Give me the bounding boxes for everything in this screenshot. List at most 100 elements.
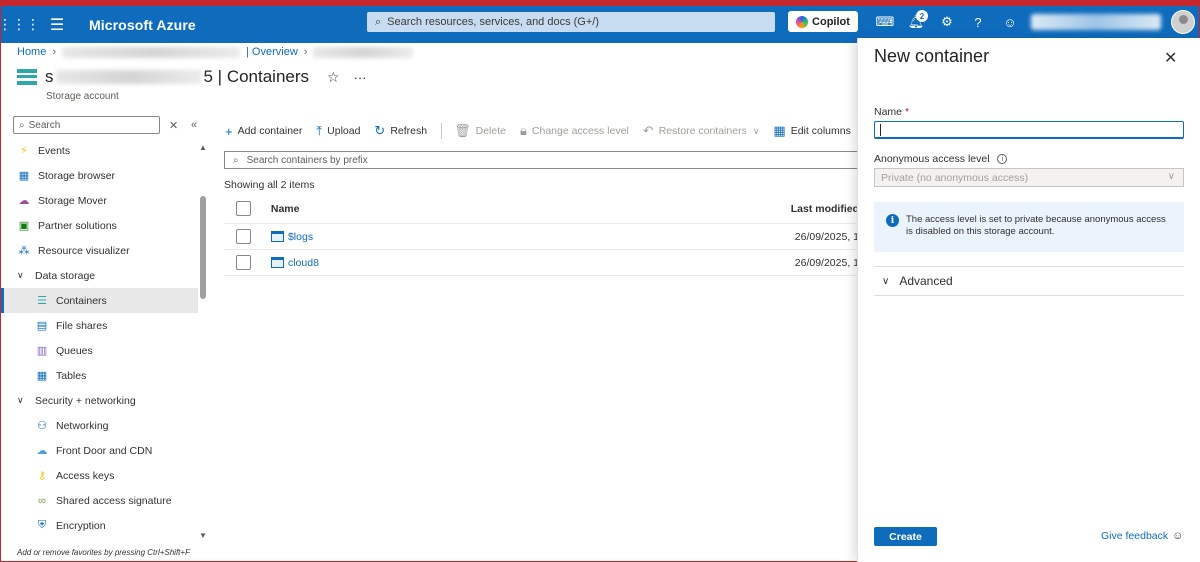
scroll-up-icon[interactable]: ▲ — [199, 143, 207, 152]
feedback-icon[interactable]: ☺ — [999, 12, 1021, 32]
give-feedback-link[interactable]: Give feedback ☺ — [1101, 530, 1183, 542]
delete-button[interactable]: 🗑︎ Delete — [454, 123, 506, 139]
nav-item-tables[interactable]: ▦ Tables — [1, 363, 198, 388]
nav-scrollbar[interactable]: ▲ ▼ — [199, 141, 207, 541]
edit-columns-button[interactable]: ▦ Edit columns — [773, 123, 850, 139]
container-name-input[interactable] — [874, 121, 1184, 139]
settings-gear-icon[interactable]: ⚙ — [936, 12, 958, 32]
nav-group-data-storage[interactable]: ∨ Data storage — [1, 263, 198, 288]
breadcrumb-home[interactable]: Home — [17, 46, 46, 58]
row-checkbox[interactable] — [236, 255, 251, 270]
nav-item-storage-mover[interactable]: ☁ Storage Mover — [1, 188, 198, 213]
avatar[interactable] — [1171, 10, 1195, 34]
resource-type: Storage account — [46, 91, 119, 102]
nav-item-partner-solutions[interactable]: ▣ Partner solutions — [1, 213, 198, 238]
search-icon: ⌕ — [375, 15, 382, 28]
upload-button[interactable]: ⤒ Upload — [316, 123, 360, 139]
change-access-level-button[interactable]: 🔒︎ Change access level — [520, 123, 629, 139]
file-shares-icon: ▤ — [36, 320, 48, 332]
global-search-input[interactable]: ⌕ Search resources, services, and docs (… — [367, 12, 775, 32]
give-feedback-label: Give feedback — [1101, 530, 1169, 542]
partner-icon: ▣ — [18, 220, 30, 232]
nav-item-label: Storage Mover — [38, 194, 107, 207]
account-info-redacted[interactable] — [1031, 14, 1161, 30]
column-header-last-modified[interactable]: Last modified — [791, 203, 859, 215]
create-button[interactable]: Create — [874, 527, 937, 546]
last-modified-cell: 26/09/2025, 1 — [794, 256, 859, 269]
scroll-thumb[interactable] — [200, 196, 206, 299]
nav-item-label: File shares — [56, 319, 108, 332]
nav-item-events[interactable]: ⚡ Events — [1, 138, 198, 163]
nav-item-file-shares[interactable]: ▤ File shares — [1, 313, 198, 338]
container-icon — [270, 231, 284, 242]
container-name-cell: cloud8 — [270, 257, 795, 269]
more-options-icon[interactable]: ··· — [354, 70, 367, 85]
trash-icon: 🗑︎ — [454, 123, 471, 138]
nav-item-resource-visualizer[interactable]: ⁂ Resource visualizer — [1, 238, 198, 263]
nav-item-label: Events — [38, 144, 71, 157]
brand-name[interactable]: Microsoft Azure — [89, 17, 196, 33]
advanced-section-toggle[interactable]: ∨ Advanced — [874, 266, 1184, 296]
nav-item-access-keys[interactable]: ⚷ Access keys — [1, 463, 198, 488]
nav-item-label: Storage browser — [38, 169, 116, 182]
nav-item-label: Front Door and CDN — [56, 444, 153, 457]
upload-icon: ⤒ — [316, 123, 323, 138]
copilot-button[interactable]: Copilot — [788, 11, 858, 32]
queues-icon: ▥ — [36, 345, 48, 357]
nav-item-label: Containers — [56, 294, 107, 307]
container-link[interactable]: $logs — [288, 231, 313, 243]
nav-item-front-door-cdn[interactable]: ☁ Front Door and CDN — [1, 438, 198, 463]
app-launcher-icon[interactable]: ⋮⋮⋮ — [0, 6, 40, 43]
nav-item-encryption[interactable]: ⛨ Encryption — [1, 513, 198, 538]
nav-item-label: Partner solutions — [38, 219, 117, 232]
favorite-star-icon[interactable]: ☆ — [327, 69, 340, 86]
cloud-shell-icon[interactable]: ⌨ — [874, 12, 896, 32]
container-search-input[interactable]: ⌕ Search containers by prefix — [224, 151, 859, 169]
breadcrumb-overview[interactable]: | Overview — [246, 46, 298, 58]
button-label: Add container — [237, 125, 303, 137]
nav-item-queues[interactable]: ▥ Queues — [1, 338, 198, 363]
nav-item-storage-browser[interactable]: ▦ Storage browser — [1, 163, 198, 188]
nav-search-input[interactable]: ⌕ Search — [13, 116, 160, 134]
button-label: Edit columns — [790, 125, 851, 137]
access-level-label: Anonymous access level i — [874, 153, 1008, 165]
container-link[interactable]: cloud8 — [288, 257, 319, 269]
copilot-label: Copilot — [812, 15, 850, 28]
button-label: Restore containers — [658, 125, 747, 137]
help-icon[interactable]: ? — [967, 12, 989, 32]
name-label-text: Name — [874, 106, 903, 118]
table-row[interactable]: $logs 26/09/2025, 1 — [224, 224, 859, 250]
panel-title: New container — [874, 46, 990, 66]
nav-item-label: Tables — [56, 369, 87, 382]
add-container-button[interactable]: + Add container — [225, 124, 302, 139]
resource-nav: ⚡ Events ▦ Storage browser ☁ Storage Mov… — [1, 138, 198, 543]
nav-item-label: Access keys — [56, 469, 115, 482]
nav-group-security-networking[interactable]: ∨ Security + networking — [1, 388, 198, 413]
lock-icon: 🔒︎ — [519, 123, 527, 138]
new-container-panel: New container ✕ Name * Anonymous access … — [857, 38, 1200, 562]
breadcrumb-separator: › — [52, 46, 57, 58]
access-level-dropdown[interactable]: Private (no anonymous access) ∨ — [874, 168, 1184, 187]
nav-item-networking[interactable]: ⚇ Networking — [1, 413, 198, 438]
column-header-name[interactable]: Name — [271, 203, 791, 215]
menu-icon[interactable]: ☰ — [37, 6, 77, 43]
collapse-nav-icon[interactable]: « — [191, 119, 197, 131]
link-icon: ∞ — [38, 494, 46, 507]
refresh-icon: ↻ — [374, 123, 386, 138]
chevron-down-icon: ∨ — [1167, 171, 1175, 182]
access-level-label-text: Anonymous access level — [874, 153, 990, 165]
nav-item-containers[interactable]: ☰ Containers — [1, 288, 198, 313]
table-row[interactable]: cloud8 26/09/2025, 1 — [224, 250, 859, 276]
scroll-down-icon[interactable]: ▼ — [199, 531, 207, 540]
nav-item-shared-access-signature[interactable]: ∞ Shared access signature — [1, 488, 198, 513]
refresh-button[interactable]: ↻ Refresh — [374, 123, 427, 139]
clear-search-icon[interactable]: ✕ — [169, 119, 178, 132]
info-icon[interactable]: i — [997, 154, 1008, 165]
close-icon[interactable]: ✕ — [1164, 48, 1177, 68]
select-all-checkbox[interactable] — [236, 201, 251, 216]
name-label: Name * — [874, 106, 909, 118]
containers-table: Name Last modified $logs 26/09/2025, 1 c… — [224, 194, 859, 276]
row-checkbox[interactable] — [236, 229, 251, 244]
restore-containers-button[interactable]: ↶ Restore containers ∨ — [643, 123, 760, 139]
button-label: Refresh — [390, 125, 428, 137]
